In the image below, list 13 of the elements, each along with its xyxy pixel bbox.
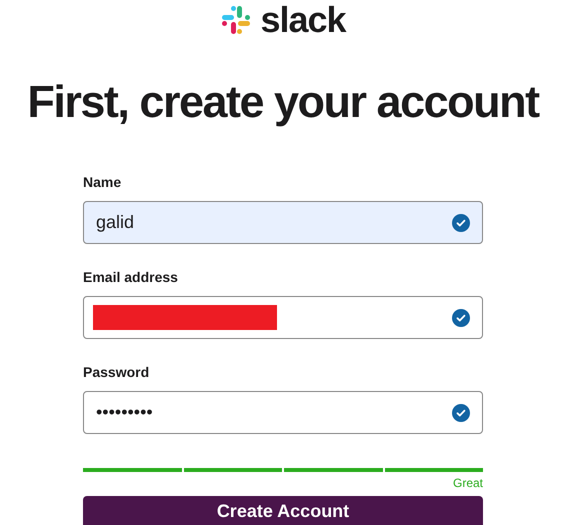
field-label: Password <box>83 364 150 380</box>
slack-logo-icon <box>220 4 252 36</box>
create-account-button[interactable]: Create Account <box>83 496 483 525</box>
page-heading: First, create your account <box>27 76 539 128</box>
input-field[interactable] <box>83 296 483 339</box>
input-field[interactable]: galid <box>83 201 483 244</box>
logo-wordmark: slack <box>260 4 346 36</box>
field-label: Email address <box>83 269 179 285</box>
field-value: ••••••••• <box>96 402 154 423</box>
field-label: Name <box>83 174 122 190</box>
strength-label: Great <box>452 476 483 490</box>
field-value: galid <box>96 212 136 233</box>
input-field[interactable]: ••••••••• <box>83 391 483 434</box>
